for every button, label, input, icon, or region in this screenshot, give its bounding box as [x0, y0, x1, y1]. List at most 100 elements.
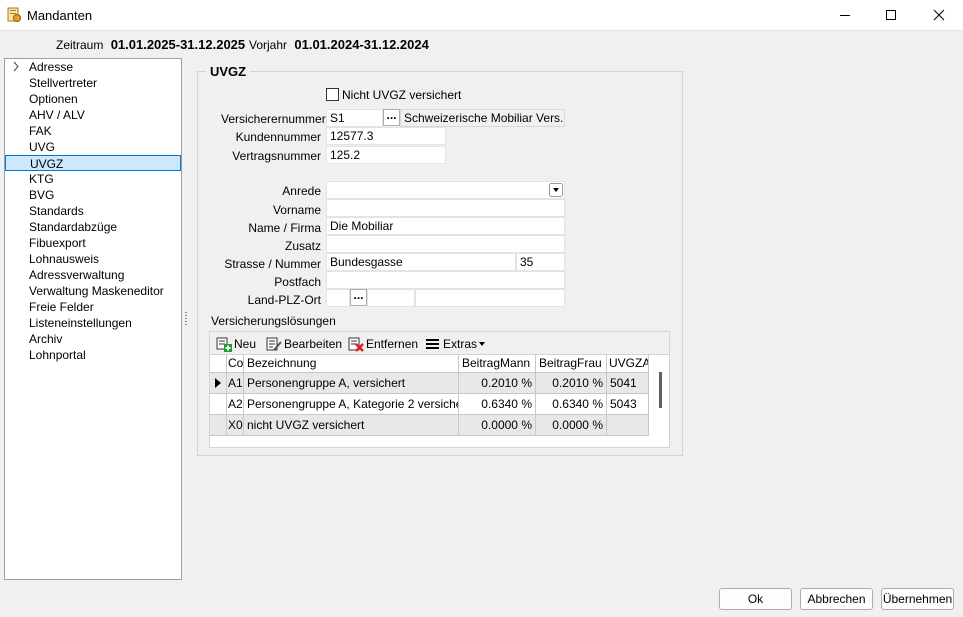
chevron-right-icon[interactable]: [12, 61, 20, 72]
sidebar-item-label: Lohnportal: [29, 348, 86, 362]
table-cell-beitrag-mann[interactable]: 0.6340 %: [459, 394, 536, 415]
sidebar-item-fak[interactable]: FAK: [5, 123, 181, 139]
country-field[interactable]: [326, 289, 350, 307]
prev-period-value: 01.01.2024-31.12.2024: [294, 37, 429, 52]
sidebar-item-standardabzuege[interactable]: Standardabzüge: [5, 219, 181, 235]
extras-menu-button[interactable]: Extras: [425, 336, 487, 352]
insurer-number-field[interactable]: S1: [326, 109, 383, 127]
current-row-arrow-icon: [215, 378, 221, 388]
table-cell-beitrag-frau[interactable]: 0.0000 %: [536, 415, 607, 436]
addition-field[interactable]: [326, 235, 565, 253]
street-field[interactable]: Bundesgasse: [326, 253, 516, 271]
firstname-field[interactable]: [326, 199, 565, 217]
new-button[interactable]: Neu: [216, 336, 260, 352]
edit-button[interactable]: Bearbeiten: [266, 336, 342, 352]
pobox-label: Postfach: [274, 275, 321, 289]
row-indicator[interactable]: [210, 394, 227, 415]
name-label: Name / Firma: [248, 221, 321, 235]
mandanten-app-icon: [7, 7, 21, 22]
table-cell-beitrag-mann[interactable]: 0.0000 %: [459, 415, 536, 436]
table-cell-uvgza[interactable]: 5041: [607, 373, 649, 394]
sidebar-item-standards[interactable]: Standards: [5, 203, 181, 219]
dropdown-arrow-icon[interactable]: [549, 183, 563, 197]
house-number-field[interactable]: 35: [516, 253, 565, 271]
maximize-icon: [886, 10, 896, 20]
ok-button[interactable]: Ok: [719, 588, 792, 610]
table-cell-beitrag-frau[interactable]: 0.2010 %: [536, 373, 607, 394]
menu-icon: [426, 339, 439, 349]
group-title: UVGZ: [206, 64, 251, 79]
sidebar-item-label: Adressverwaltung: [29, 268, 125, 282]
remove-button[interactable]: Entfernen: [348, 336, 418, 352]
sidebar-item-listeneinstellungen[interactable]: Listeneinstellungen: [5, 315, 181, 331]
sidebar-item-ahv-alv[interactable]: AHV / ALV: [5, 107, 181, 123]
sidebar-item-label: Stellvertreter: [29, 76, 98, 90]
apply-button[interactable]: Übernehmen: [881, 588, 954, 610]
name-field[interactable]: Die Mobiliar: [326, 217, 565, 235]
table-cell-code[interactable]: A1: [227, 373, 244, 394]
sidebar-item-uvg[interactable]: UVG: [5, 139, 181, 155]
table-cell-beitrag-mann[interactable]: 0.2010 %: [459, 373, 536, 394]
sidebar-item-label: KTG: [29, 172, 54, 186]
row-indicator-header: [210, 355, 227, 373]
pobox-field[interactable]: [326, 271, 565, 289]
close-button[interactable]: [916, 0, 962, 31]
maximize-button[interactable]: [868, 0, 914, 31]
table-cell-bezeichnung[interactable]: Personengruppe A, versichert: [244, 373, 459, 394]
table-cell-code[interactable]: X0: [227, 415, 244, 436]
sidebar-item-label: Verwaltung Maskeneditor: [29, 284, 164, 298]
sidebar-item-label: Listeneinstellungen: [29, 316, 132, 330]
column-header-bezeichnung[interactable]: Bezeichnung: [244, 355, 459, 373]
sidebar-item-label: Adresse: [29, 60, 74, 74]
splitter-handle[interactable]: [185, 312, 187, 326]
sidebar-item-label: AHV / ALV: [29, 108, 85, 122]
contract-number-field[interactable]: 125.2: [326, 146, 446, 164]
country-browse-button[interactable]: ...: [350, 289, 367, 306]
table-cell-beitrag-frau[interactable]: 0.6340 %: [536, 394, 607, 415]
column-header-beitrag-mann[interactable]: BeitragMann: [459, 355, 536, 373]
sidebar-item-archiv[interactable]: Archiv: [5, 331, 181, 347]
table-cell-code[interactable]: A2: [227, 394, 244, 415]
sidebar-item-adresse[interactable]: Adresse: [5, 59, 181, 75]
not-insured-checkbox[interactable]: [326, 88, 339, 101]
sidebar-item-verwaltung-maskeneditor[interactable]: Verwaltung Maskeneditor: [5, 283, 181, 299]
sidebar-item-lohnausweis[interactable]: Lohnausweis: [5, 251, 181, 267]
sidebar-item-label: UVG: [29, 140, 56, 154]
country-zip-city-label: Land-PLZ-Ort: [247, 293, 321, 307]
salutation-dropdown[interactable]: [326, 181, 565, 199]
column-header-uvgza[interactable]: UVGZAl: [607, 355, 649, 373]
row-indicator[interactable]: [210, 415, 227, 436]
period-info: Zeitraum 01.01.2025-31.12.2025: [56, 37, 245, 52]
zip-field[interactable]: [367, 289, 415, 307]
period-value: 01.01.2025-31.12.2025: [110, 37, 246, 52]
sidebar-item-optionen[interactable]: Optionen: [5, 91, 181, 107]
solutions-label: Versicherungslösungen: [211, 314, 336, 328]
column-header-beitrag-frau[interactable]: BeitragFrau: [536, 355, 607, 373]
cancel-button[interactable]: Abbrechen: [800, 588, 873, 610]
sidebar-item-stellvertreter[interactable]: Stellvertreter: [5, 75, 181, 91]
minimize-button[interactable]: [822, 0, 868, 31]
sidebar-item-fibuexport[interactable]: Fibuexport: [5, 235, 181, 251]
sidebar-item-adressverwaltung[interactable]: Adressverwaltung: [5, 267, 181, 283]
table-cell-uvgza[interactable]: 5043: [607, 394, 649, 415]
row-indicator[interactable]: [210, 373, 227, 394]
edit-icon: [266, 337, 282, 351]
sidebar-item-bvg[interactable]: BVG: [5, 187, 181, 203]
column-header-code[interactable]: Co: [227, 355, 244, 373]
sidebar-item-ktg[interactable]: KTG: [5, 171, 181, 187]
title-bar: Mandanten: [0, 0, 963, 31]
add-row-icon: [216, 337, 232, 352]
table-cell-bezeichnung[interactable]: Personengruppe A, Kategorie 2 versichert: [244, 394, 459, 415]
customer-number-field[interactable]: 12577.3: [326, 127, 446, 145]
table-cell-uvgza[interactable]: [607, 415, 649, 436]
city-field[interactable]: [415, 289, 565, 307]
sidebar-item-freie-felder[interactable]: Freie Felder: [5, 299, 181, 315]
grid-scroll-thumb[interactable]: [659, 372, 662, 408]
sidebar-item-uvgz[interactable]: UVGZ: [5, 155, 181, 171]
extras-button-label: Extras: [443, 337, 478, 351]
table-cell-bezeichnung[interactable]: nicht UVGZ versichert: [244, 415, 459, 436]
sidebar-item-lohnportal[interactable]: Lohnportal: [5, 347, 181, 363]
minimize-icon: [840, 15, 850, 16]
insurer-browse-button[interactable]: ...: [383, 109, 400, 126]
caret-down-icon: [479, 342, 485, 346]
